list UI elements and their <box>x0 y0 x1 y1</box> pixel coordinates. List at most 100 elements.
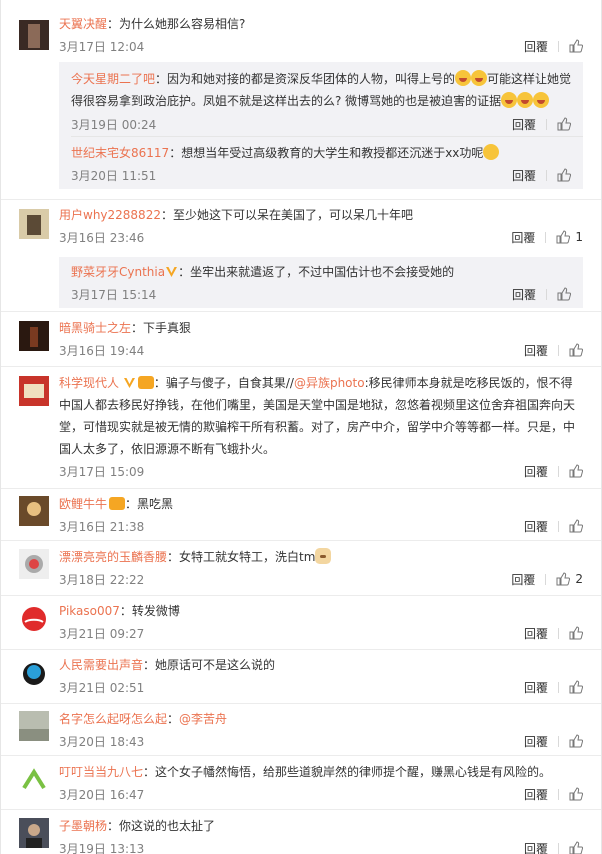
comment-author[interactable]: 暗黑骑士之左 <box>59 321 131 335</box>
reply-author[interactable]: 野菜牙牙Cynthia <box>71 265 165 279</box>
comment-time: 3月21日 02:51 <box>59 680 145 695</box>
comment-time: 3月16日 21:38 <box>59 519 145 534</box>
comment-author[interactable]: Pikaso007 <box>59 604 120 618</box>
divider <box>558 40 559 52</box>
divider <box>546 169 547 181</box>
comment-author[interactable]: 子墨朝杨 <box>59 819 107 833</box>
laugh-emoji-icon <box>517 92 534 108</box>
comment-text: 你这说的也太扯了 <box>119 819 216 833</box>
divider <box>545 573 547 585</box>
reply-button[interactable]: 回覆 <box>512 167 536 184</box>
reply-item: 今天星期二了吧：因为和她对接的都是资深反华团体的人物，叫得上号的 可能这样让她觉得… <box>71 62 583 136</box>
member-badge-icon <box>137 376 154 389</box>
avatar[interactable] <box>19 321 49 351</box>
thumbs-up-icon <box>569 626 583 640</box>
like-count: 2 <box>575 572 583 586</box>
divider <box>558 344 559 356</box>
comment-item: 子墨朝杨：你这说的也太扯了 3月19日 13:13 回覆 <box>1 810 601 854</box>
reply-button[interactable]: 回覆 <box>524 38 548 55</box>
thumbs-up-icon <box>557 168 571 182</box>
reply-button[interactable]: 回覆 <box>524 679 548 696</box>
comment-author[interactable]: 用户why2288822 <box>59 208 161 222</box>
reply-item: 世纪末宅女86117：想想当年受过高级教育的大学生和教授都还沉迷于xx功呢 3月… <box>71 136 583 189</box>
reply-button[interactable]: 回覆 <box>512 116 536 133</box>
reply-button[interactable]: 回覆 <box>511 229 535 246</box>
avatar[interactable] <box>19 496 49 526</box>
avatar[interactable] <box>19 604 49 634</box>
reply-button[interactable]: 回覆 <box>512 286 536 303</box>
comment-item: Pikaso007：转发微博 3月21日 09:27 回覆 <box>1 596 601 650</box>
reply-button[interactable]: 回覆 <box>524 342 548 359</box>
comment-author[interactable]: 欧鲤牛牛 <box>59 497 107 511</box>
mention-link[interactable]: @李苦舟 <box>179 712 227 726</box>
reply-time: 3月19日 00:24 <box>71 117 157 132</box>
like-button[interactable] <box>569 626 583 640</box>
avatar[interactable] <box>19 209 49 239</box>
avatar[interactable] <box>19 20 49 50</box>
comment-item: 科学现代人 ：骗子与傻子，自食其果//@异族photo:移民律师本身就是吃移民饭… <box>1 367 601 489</box>
comment-time: 3月21日 09:27 <box>59 626 145 641</box>
avatar[interactable] <box>19 711 49 741</box>
divider <box>558 788 559 800</box>
avatar[interactable] <box>19 549 49 579</box>
reply-button[interactable]: 回覆 <box>524 463 548 480</box>
like-button[interactable] <box>569 464 583 478</box>
avatar[interactable] <box>19 658 49 688</box>
comment-author[interactable]: 天翼决醒 <box>59 17 107 31</box>
like-button[interactable] <box>569 680 583 694</box>
avatar[interactable] <box>19 376 49 406</box>
reply-item: 野菜牙牙Cynthia ：坐牢出来就遣返了，不过中国估计也不会接受她的 3月17日… <box>71 257 583 308</box>
like-button[interactable] <box>557 168 571 182</box>
reply-button[interactable]: 回覆 <box>511 571 535 588</box>
comment-text: 女特工就女特工，洗白tm <box>179 550 316 564</box>
member-badge-icon <box>109 497 126 510</box>
thumbs-up-icon <box>569 787 583 801</box>
laugh-emoji-icon <box>455 70 472 86</box>
reply-author[interactable]: 今天星期二了吧 <box>71 72 155 86</box>
comment-text: 这个女子幡然悔悟，给那些道貌岸然的律师提个醒，赚黑心钱是有风险的。 <box>155 765 552 779</box>
like-button[interactable] <box>557 117 571 131</box>
reply-button[interactable]: 回覆 <box>524 786 548 803</box>
thumbs-up-icon <box>557 287 571 301</box>
thumbs-up-icon <box>569 841 583 854</box>
like-button[interactable] <box>569 734 583 748</box>
like-count: 1 <box>575 230 583 244</box>
divider <box>558 842 559 854</box>
comment-author[interactable]: 人民需要出声音 <box>59 658 143 672</box>
comment-item: 人民需要出声音：她原话可不是这么说的 3月21日 02:51 回覆 <box>1 650 601 704</box>
like-button[interactable] <box>557 287 571 301</box>
like-button[interactable] <box>569 519 583 533</box>
like-button[interactable] <box>569 787 583 801</box>
comment-time: 3月18日 22:22 <box>59 572 145 587</box>
avatar[interactable] <box>19 764 49 794</box>
comment-author[interactable]: 叮叮当当九八七 <box>59 765 143 779</box>
reply-button[interactable]: 回覆 <box>524 840 548 854</box>
comment-author[interactable]: 名字怎么起呀怎么起 <box>59 712 167 726</box>
like-button[interactable]: 2 <box>556 572 583 586</box>
reply-button[interactable]: 回覆 <box>524 518 548 535</box>
reply-button[interactable]: 回覆 <box>524 733 548 750</box>
like-button[interactable]: 1 <box>556 230 583 244</box>
mention-link[interactable]: @异族photo <box>294 376 365 390</box>
comment-item: 欧鲤牛牛 ：黑吃黑 3月16日 21:38 回覆 <box>1 489 601 541</box>
comment-author[interactable]: 科学现代人 <box>59 376 119 390</box>
reply-thread: 今天星期二了吧：因为和她对接的都是资深反华团体的人物，叫得上号的 可能这样让她觉得… <box>59 62 583 189</box>
comment-meta: 3月16日 19:44 回覆 <box>59 339 583 361</box>
like-button[interactable] <box>569 39 583 53</box>
avatar[interactable] <box>19 818 49 848</box>
thumbs-up-icon <box>557 117 571 131</box>
laugh-emoji-icon <box>471 70 488 86</box>
comment-meta: 3月17日 12:04 回覆 <box>59 35 583 57</box>
divider <box>545 231 547 243</box>
comment-text: 她原话可不是这么说的 <box>155 658 276 672</box>
like-button[interactable] <box>569 343 583 357</box>
comment-time: 3月20日 18:43 <box>59 734 145 749</box>
divider <box>546 118 547 130</box>
comment-time: 3月16日 23:46 <box>59 230 145 245</box>
like-button[interactable] <box>569 841 583 854</box>
comment-author[interactable]: 漂漂亮亮的玉麟香腰 <box>59 550 167 564</box>
laugh-emoji-icon <box>501 92 518 108</box>
reply-author[interactable]: 世纪末宅女86117 <box>71 146 169 160</box>
shy-emoji-icon <box>483 144 500 160</box>
reply-button[interactable]: 回覆 <box>524 625 548 642</box>
